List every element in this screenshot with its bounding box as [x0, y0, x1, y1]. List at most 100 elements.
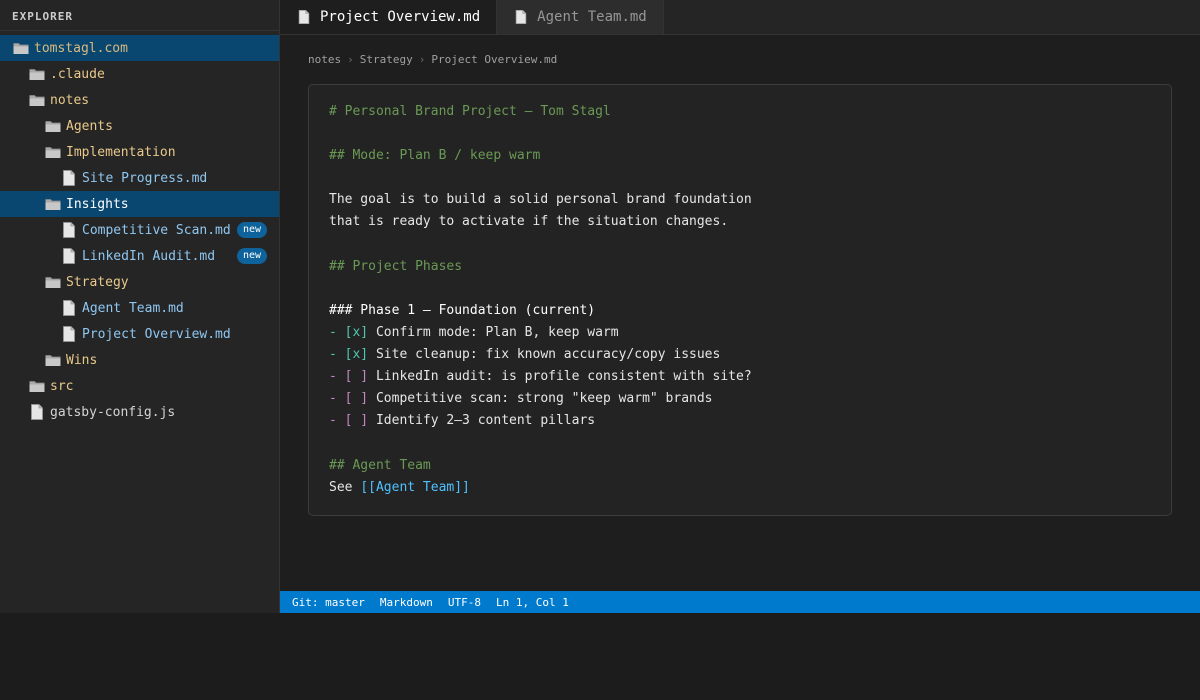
task-unchecked-marker[interactable]: - [ ]	[329, 369, 368, 384]
editor-blank-line	[329, 278, 1151, 300]
breadcrumb-item-notes[interactable]: notes	[308, 53, 341, 66]
task-text: Site cleanup: fix known accuracy/copy is…	[368, 347, 721, 362]
tab-label: Agent Team.md	[537, 9, 647, 25]
sidebar-item-label: Agent Team.md	[82, 300, 184, 316]
sidebar-item-notes[interactable]: notes	[0, 87, 279, 113]
task-unchecked-marker[interactable]: - [ ]	[329, 413, 368, 428]
editor-task-line: - [ ] Identify 2–3 content pillars	[329, 410, 1151, 432]
folder-icon	[44, 351, 62, 369]
explorer-header: EXPLORER	[0, 0, 279, 31]
sidebar-item-label: .claude	[50, 66, 105, 82]
sidebar-item-competitive-scan-md[interactable]: Competitive Scan.md new	[0, 217, 279, 243]
markdown-editor[interactable]: # Personal Brand Project — Tom Stagl ## M…	[308, 84, 1172, 516]
sidebar-item-agents[interactable]: Agents	[0, 113, 279, 139]
folder-icon	[44, 143, 62, 161]
task-text: Confirm mode: Plan B, keep warm	[368, 325, 619, 340]
wiki-link-agent-team[interactable]: [[Agent Team]]	[360, 480, 470, 495]
folder-icon	[28, 91, 46, 109]
editor-heading-line: # Personal Brand Project — Tom Stagl	[329, 104, 611, 119]
breadcrumb-item-strategy[interactable]: Strategy	[360, 53, 413, 66]
sidebar-item-label: Strategy	[66, 274, 129, 290]
editor-text-line: The goal is to build a solid personal br…	[329, 192, 752, 207]
file-icon	[513, 9, 529, 25]
file-icon	[60, 325, 78, 343]
app-window: EXPLORER tomstagl.com .claude notes Agents I…	[0, 0, 1200, 613]
editor-heading-line: ## Project Phases	[329, 259, 463, 274]
folder-icon	[44, 273, 62, 291]
file-icon	[296, 9, 312, 25]
sidebar-item-claude[interactable]: .claude	[0, 61, 279, 87]
editor-blank-line	[329, 123, 1151, 145]
explorer-sidebar: EXPLORER tomstagl.com .claude notes Agents I…	[0, 0, 280, 613]
task-checked-marker[interactable]: - [x]	[329, 325, 368, 340]
file-icon	[60, 221, 78, 239]
breadcrumb: notes › Strategy › Project Overview.md	[308, 53, 557, 66]
sidebar-item-label: Wins	[66, 352, 98, 368]
sidebar-item-label: Competitive Scan.md	[82, 222, 231, 238]
sidebar-item-linkedin-audit-md[interactable]: LinkedIn Audit.md new	[0, 243, 279, 269]
sidebar-item-gatsby-config-js[interactable]: gatsby-config.js	[0, 399, 279, 425]
editor-area: Project Overview.md Agent Team.md notes ›…	[280, 0, 1200, 613]
sidebar-item-label: notes	[50, 92, 90, 108]
status-encoding[interactable]: UTF-8	[448, 596, 481, 609]
sidebar-item-src[interactable]: src	[0, 373, 279, 399]
tab-agent-team-md[interactable]: Agent Team.md	[497, 0, 664, 34]
sidebar-item-tomstagl-com[interactable]: tomstagl.com	[0, 35, 279, 61]
new-badge: new	[236, 222, 267, 238]
file-icon	[28, 403, 46, 421]
status-language[interactable]: Markdown	[380, 596, 433, 609]
sidebar-item-strategy[interactable]: Strategy	[0, 269, 279, 295]
task-checked-marker[interactable]: - [x]	[329, 347, 368, 362]
sidebar-item-agent-team-md[interactable]: Agent Team.md	[0, 295, 279, 321]
editor-link-line: See [[Agent Team]]	[329, 477, 1151, 499]
folder-icon	[28, 377, 46, 395]
file-icon	[60, 169, 78, 187]
sidebar-item-label: gatsby-config.js	[50, 404, 176, 420]
editor-blank-line	[329, 233, 1151, 256]
tab-label: Project Overview.md	[320, 9, 481, 25]
sidebar-item-label: Project Overview.md	[82, 326, 231, 342]
task-text: LinkedIn audit: is profile consistent wi…	[368, 369, 752, 384]
sidebar-item-project-overview-md[interactable]: Project Overview.md	[0, 321, 279, 347]
editor-blank-line	[329, 432, 1151, 455]
sidebar-item-label: Site Progress.md	[82, 170, 208, 186]
sidebar-item-label: Agents	[66, 118, 113, 134]
task-text: Identify 2–3 content pillars	[368, 413, 596, 428]
file-icon	[60, 247, 78, 265]
editor-heading-line: ### Phase 1 — Foundation (current)	[329, 303, 596, 318]
new-badge: new	[236, 248, 267, 264]
sidebar-item-label: tomstagl.com	[34, 40, 128, 56]
folder-icon	[44, 195, 62, 213]
status-git-branch[interactable]: Git: master	[292, 596, 365, 609]
editor-text-line: that is ready to activate if the situati…	[329, 214, 729, 229]
sidebar-item-insights[interactable]: Insights	[0, 191, 279, 217]
sidebar-item-wins[interactable]: Wins	[0, 347, 279, 373]
editor-task-line: - [ ] Competitive scan: strong "keep war…	[329, 388, 1151, 410]
breadcrumb-item-file[interactable]: Project Overview.md	[431, 53, 557, 66]
tab-bar: Project Overview.md Agent Team.md	[280, 0, 1200, 35]
tab-project-overview-md[interactable]: Project Overview.md	[280, 0, 498, 34]
breadcrumb-separator: ›	[418, 53, 426, 66]
file-icon	[60, 299, 78, 317]
editor-task-line: - [ ] LinkedIn audit: is profile consist…	[329, 366, 1151, 388]
editor-task-line: - [x] Confirm mode: Plan B, keep warm	[329, 322, 1151, 344]
file-tree: tomstagl.com .claude notes Agents Implementa…	[0, 31, 279, 425]
sidebar-item-label: Insights	[66, 196, 129, 212]
folder-icon	[44, 117, 62, 135]
folder-icon	[28, 65, 46, 83]
sidebar-item-label: src	[50, 378, 74, 394]
sidebar-item-label: Implementation	[66, 144, 176, 160]
folder-icon	[12, 39, 30, 57]
editor-task-line: - [x] Site cleanup: fix known accuracy/c…	[329, 344, 1151, 366]
breadcrumb-separator: ›	[347, 53, 354, 66]
sidebar-item-label: LinkedIn Audit.md	[82, 248, 216, 264]
status-bar: Git: master Markdown UTF-8 Ln 1, Col 1	[280, 591, 1200, 613]
task-text: Competitive scan: strong "keep warm" bra…	[368, 391, 713, 406]
link-prefix-text: See	[329, 480, 361, 495]
task-unchecked-marker[interactable]: - [ ]	[329, 391, 368, 406]
sidebar-item-implementation[interactable]: Implementation	[0, 139, 279, 165]
sidebar-item-site-progress-md[interactable]: Site Progress.md	[0, 165, 279, 191]
editor-heading-line: ## Mode: Plan B / keep warm	[329, 148, 541, 163]
status-cursor-position[interactable]: Ln 1, Col 1	[496, 596, 569, 609]
editor-blank-line	[329, 167, 1151, 189]
